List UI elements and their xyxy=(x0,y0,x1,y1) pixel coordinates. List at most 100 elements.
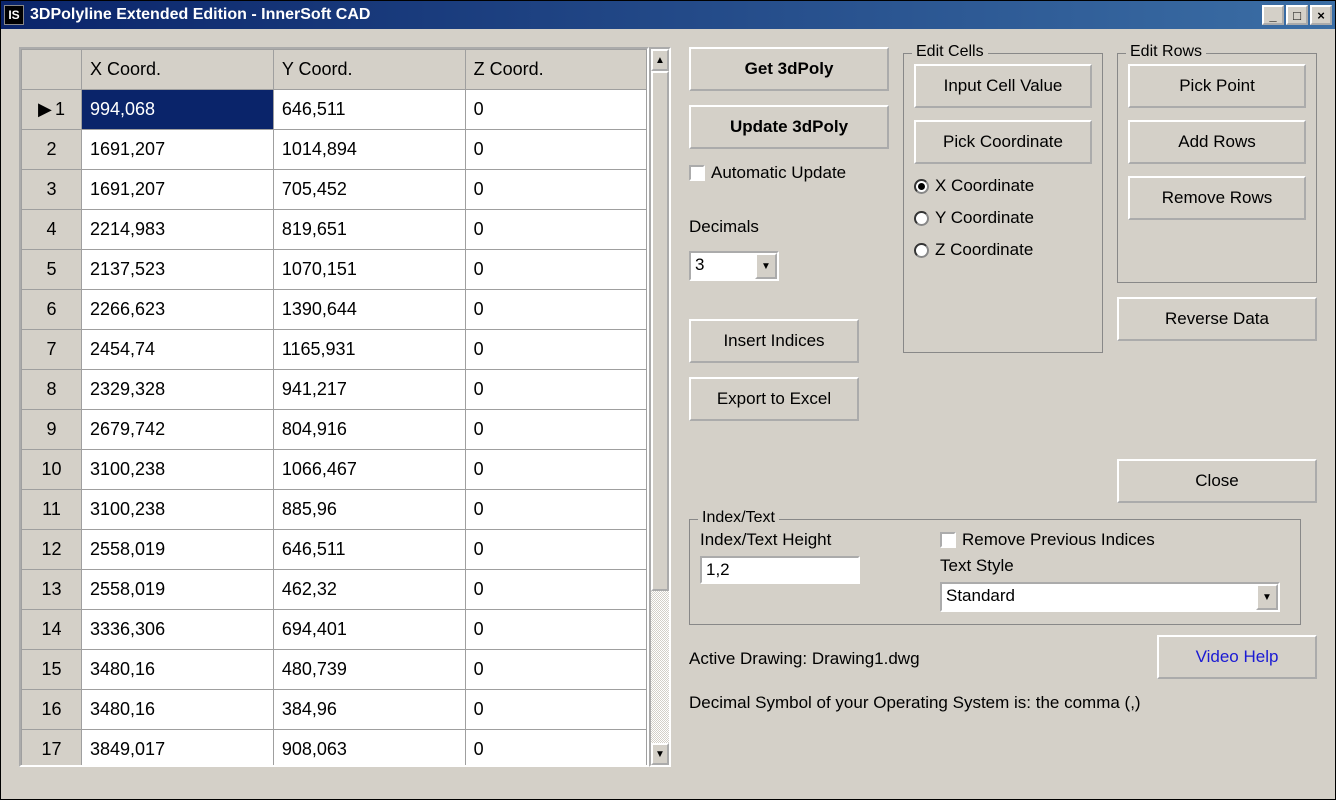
cell-x[interactable]: 3100,238 xyxy=(82,490,274,530)
close-button[interactable]: Close xyxy=(1117,459,1317,503)
cell-y[interactable]: 1014,894 xyxy=(273,130,465,170)
row-header[interactable]: 11 xyxy=(22,490,82,530)
remove-previous-indices-checkbox[interactable]: Remove Previous Indices xyxy=(940,530,1290,550)
cell-y[interactable]: 819,651 xyxy=(273,210,465,250)
cell-z[interactable]: 0 xyxy=(465,330,646,370)
remove-rows-button[interactable]: Remove Rows xyxy=(1128,176,1306,220)
row-header[interactable]: 7 xyxy=(22,330,82,370)
close-window-button[interactable]: × xyxy=(1310,5,1332,25)
col-header-x[interactable]: X Coord. xyxy=(82,50,274,90)
row-header[interactable]: 17 xyxy=(22,730,82,768)
scroll-thumb[interactable] xyxy=(651,71,669,591)
cell-x[interactable]: 3849,017 xyxy=(82,730,274,768)
cell-y[interactable]: 908,063 xyxy=(273,730,465,768)
vertical-scrollbar[interactable]: ▲ ▼ xyxy=(649,47,671,767)
table-row[interactable]: 132558,019462,320 xyxy=(22,570,647,610)
row-header[interactable]: 15 xyxy=(22,650,82,690)
table-row[interactable]: 21691,2071014,8940 xyxy=(22,130,647,170)
table-row[interactable]: 92679,742804,9160 xyxy=(22,410,647,450)
cell-x[interactable]: 3100,238 xyxy=(82,450,274,490)
col-header-y[interactable]: Y Coord. xyxy=(273,50,465,90)
table-row[interactable]: 52137,5231070,1510 xyxy=(22,250,647,290)
scroll-down-arrow[interactable]: ▼ xyxy=(651,743,669,765)
cell-y[interactable]: 646,511 xyxy=(273,90,465,130)
text-style-combo[interactable]: Standard ▼ xyxy=(940,582,1280,612)
export-excel-button[interactable]: Export to Excel xyxy=(689,377,859,421)
row-header[interactable]: 9 xyxy=(22,410,82,450)
automatic-update-checkbox[interactable]: Automatic Update xyxy=(689,163,889,183)
row-header[interactable]: 10 xyxy=(22,450,82,490)
cell-z[interactable]: 0 xyxy=(465,690,646,730)
scroll-up-arrow[interactable]: ▲ xyxy=(651,49,669,71)
row-header[interactable]: 16 xyxy=(22,690,82,730)
cell-x[interactable]: 3480,16 xyxy=(82,690,274,730)
cell-z[interactable]: 0 xyxy=(465,490,646,530)
table-row[interactable]: 163480,16384,960 xyxy=(22,690,647,730)
cell-x[interactable]: 2214,983 xyxy=(82,210,274,250)
cell-y[interactable]: 941,217 xyxy=(273,370,465,410)
cell-x[interactable]: 2558,019 xyxy=(82,570,274,610)
cell-z[interactable]: 0 xyxy=(465,650,646,690)
row-header[interactable]: 4 xyxy=(22,210,82,250)
index-text-height-input[interactable] xyxy=(700,556,860,584)
titlebar[interactable]: IS 3DPolyline Extended Edition - InnerSo… xyxy=(1,1,1335,29)
row-header[interactable]: 12 xyxy=(22,530,82,570)
cell-y[interactable]: 646,511 xyxy=(273,530,465,570)
row-header[interactable]: 6 xyxy=(22,290,82,330)
cell-z[interactable]: 0 xyxy=(465,130,646,170)
cell-y[interactable]: 804,916 xyxy=(273,410,465,450)
cell-y[interactable]: 1165,931 xyxy=(273,330,465,370)
cell-x[interactable]: 1691,207 xyxy=(82,130,274,170)
pick-coordinate-button[interactable]: Pick Coordinate xyxy=(914,120,1092,164)
insert-indices-button[interactable]: Insert Indices xyxy=(689,319,859,363)
decimals-combo[interactable]: 3 ▼ xyxy=(689,251,779,281)
coord-grid[interactable]: X Coord. Y Coord. Z Coord. ▶ 1994,068646… xyxy=(19,47,649,767)
cell-x[interactable]: 2329,328 xyxy=(82,370,274,410)
cell-z[interactable]: 0 xyxy=(465,250,646,290)
cell-z[interactable]: 0 xyxy=(465,730,646,768)
cell-x[interactable]: 2679,742 xyxy=(82,410,274,450)
cell-y[interactable]: 705,452 xyxy=(273,170,465,210)
table-row[interactable]: ▶ 1994,068646,5110 xyxy=(22,90,647,130)
row-header[interactable]: 8 xyxy=(22,370,82,410)
z-coordinate-radio[interactable]: Z Coordinate xyxy=(914,240,1092,260)
cell-x[interactable]: 994,068 xyxy=(82,90,274,130)
cell-z[interactable]: 0 xyxy=(465,210,646,250)
cell-y[interactable]: 1066,467 xyxy=(273,450,465,490)
table-row[interactable]: 122558,019646,5110 xyxy=(22,530,647,570)
table-row[interactable]: 42214,983819,6510 xyxy=(22,210,647,250)
cell-z[interactable]: 0 xyxy=(465,290,646,330)
cell-x[interactable]: 2266,623 xyxy=(82,290,274,330)
cell-y[interactable]: 384,96 xyxy=(273,690,465,730)
pick-point-button[interactable]: Pick Point xyxy=(1128,64,1306,108)
cell-z[interactable]: 0 xyxy=(465,530,646,570)
table-row[interactable]: 82329,328941,2170 xyxy=(22,370,647,410)
cell-y[interactable]: 462,32 xyxy=(273,570,465,610)
cell-z[interactable]: 0 xyxy=(465,370,646,410)
x-coordinate-radio[interactable]: X Coordinate xyxy=(914,176,1092,196)
table-row[interactable]: 113100,238885,960 xyxy=(22,490,647,530)
cell-x[interactable]: 2454,74 xyxy=(82,330,274,370)
cell-z[interactable]: 0 xyxy=(465,410,646,450)
cell-y[interactable]: 1390,644 xyxy=(273,290,465,330)
cell-z[interactable]: 0 xyxy=(465,610,646,650)
y-coordinate-radio[interactable]: Y Coordinate xyxy=(914,208,1092,228)
reverse-data-button[interactable]: Reverse Data xyxy=(1117,297,1317,341)
table-row[interactable]: 72454,741165,9310 xyxy=(22,330,647,370)
cell-x[interactable]: 1691,207 xyxy=(82,170,274,210)
cell-z[interactable]: 0 xyxy=(465,570,646,610)
cell-y[interactable]: 694,401 xyxy=(273,610,465,650)
cell-x[interactable]: 3336,306 xyxy=(82,610,274,650)
add-rows-button[interactable]: Add Rows xyxy=(1128,120,1306,164)
col-header-z[interactable]: Z Coord. xyxy=(465,50,646,90)
get-3dpoly-button[interactable]: Get 3dPoly xyxy=(689,47,889,91)
cell-z[interactable]: 0 xyxy=(465,170,646,210)
row-header[interactable]: 5 xyxy=(22,250,82,290)
row-header[interactable]: 13 xyxy=(22,570,82,610)
input-cell-value-button[interactable]: Input Cell Value xyxy=(914,64,1092,108)
video-help-button[interactable]: Video Help xyxy=(1157,635,1317,679)
table-row[interactable]: 153480,16480,7390 xyxy=(22,650,647,690)
cell-x[interactable]: 2558,019 xyxy=(82,530,274,570)
row-header[interactable]: 3 xyxy=(22,170,82,210)
chevron-down-icon[interactable]: ▼ xyxy=(755,253,777,279)
